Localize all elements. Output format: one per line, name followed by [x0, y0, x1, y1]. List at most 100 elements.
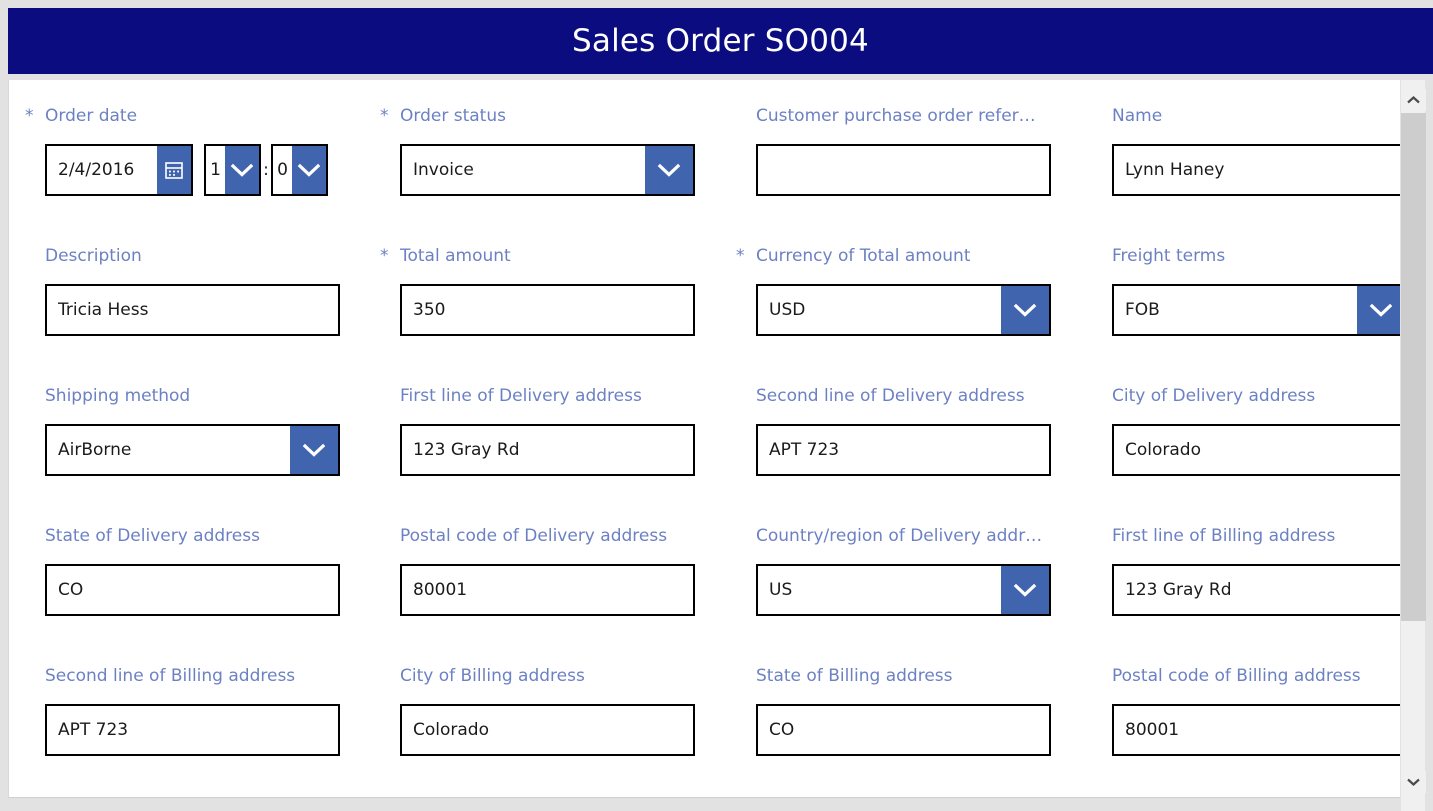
label-text: Order date — [45, 106, 138, 126]
field-second-line-of-billing-address: Second line of Billing address APT 723 — [45, 640, 385, 756]
input-first-line-of-delivery-address[interactable]: 123 Gray Rd — [400, 424, 695, 476]
field-label-order-status: * Order status — [380, 104, 740, 128]
chevron-down-icon — [1013, 583, 1037, 597]
field-state-of-billing-address: State of Billing address CO — [756, 640, 1096, 756]
control-freight-terms: FOB — [1112, 284, 1407, 336]
input-postal-code-of-billing-address[interactable]: 80001 — [1112, 704, 1407, 756]
input-value: CO — [769, 721, 795, 739]
control-name: Lynn Haney — [1112, 144, 1407, 196]
input-customer-purchase-order-refer[interactable] — [756, 144, 1051, 196]
label-text: Country/region of Delivery addr… — [756, 526, 1043, 546]
input-description[interactable]: Tricia Hess — [45, 284, 340, 336]
field-label-first-line-of-delivery-address: First line of Delivery address — [400, 384, 740, 408]
input-value: CO — [58, 581, 84, 599]
label-text: Customer purchase order refer… — [756, 106, 1036, 126]
time-separator: : — [263, 160, 269, 180]
control-total-amount: 350 — [400, 284, 695, 336]
select-freight-terms[interactable]: FOB — [1112, 284, 1407, 336]
field-label-customer-purchase-order-refer: Customer purchase order refer… — [756, 104, 1096, 128]
label-text: Currency of Total amount — [756, 246, 971, 266]
input-value: 80001 — [1125, 721, 1180, 739]
chevron-down-icon — [302, 443, 326, 457]
selected-value: USD — [769, 300, 806, 320]
dropdown-button[interactable] — [1001, 566, 1049, 614]
input-postal-code-of-delivery-address[interactable]: 80001 — [400, 564, 695, 616]
select-order-status[interactable]: Invoice — [400, 144, 695, 196]
field-order-status: * Order status Invoice — [380, 80, 740, 196]
input-value: 350 — [413, 301, 446, 319]
scrollbar-down-button[interactable] — [1401, 771, 1426, 793]
select-shipping-method[interactable]: AirBorne — [45, 424, 340, 476]
scrollbar-up-button[interactable] — [1401, 89, 1426, 111]
dropdown-button[interactable] — [290, 426, 338, 474]
form-row: Shipping method AirBorne First line of D… — [9, 360, 1408, 500]
input-value: APT 723 — [58, 721, 129, 739]
field-customer-purchase-order-refer: Customer purchase order refer… — [756, 80, 1096, 196]
calendar-icon — [165, 162, 183, 179]
chevron-down-icon — [297, 163, 321, 177]
dropdown-button[interactable] — [1357, 286, 1405, 334]
minute-select[interactable]: 0 — [271, 144, 328, 196]
selected-value: FOB — [1125, 300, 1160, 320]
input-city-of-delivery-address[interactable]: Colorado — [1112, 424, 1407, 476]
form-grid: * Order date 2/4/2016 1 : 0 * Order status… — [9, 80, 1408, 778]
input-second-line-of-delivery-address[interactable]: APT 723 — [756, 424, 1051, 476]
field-country-region-of-delivery-addr: Country/region of Delivery addr… US — [756, 500, 1096, 616]
vertical-scrollbar[interactable] — [1400, 80, 1426, 811]
label-text: Total amount — [400, 246, 511, 266]
field-label-currency-of-total-amount: * Currency of Total amount — [736, 244, 1096, 268]
date-input[interactable]: 2/4/2016 — [45, 144, 193, 196]
chevron-down-icon — [1369, 303, 1393, 317]
input-value: 123 Gray Rd — [1125, 581, 1232, 599]
field-total-amount: * Total amount 350 — [380, 220, 740, 336]
control-currency-of-total-amount: USD — [756, 284, 1051, 336]
field-label-second-line-of-delivery-address: Second line of Delivery address — [756, 384, 1096, 408]
control-postal-code-of-delivery-address: 80001 — [400, 564, 695, 616]
input-total-amount[interactable]: 350 — [400, 284, 695, 336]
hour-select[interactable]: 1 — [204, 144, 261, 196]
input-state-of-delivery-address[interactable]: CO — [45, 564, 340, 616]
control-second-line-of-billing-address: APT 723 — [45, 704, 340, 756]
input-name[interactable]: Lynn Haney — [1112, 144, 1407, 196]
sales-order-form-window: Sales Order SO004 * Order date 2/4/2016 1… — [0, 0, 1433, 811]
select-currency-of-total-amount[interactable]: USD — [756, 284, 1051, 336]
label-text: City of Billing address — [400, 666, 585, 686]
minute-dropdown-button[interactable] — [292, 146, 326, 194]
control-first-line-of-delivery-address: 123 Gray Rd — [400, 424, 695, 476]
scrollbar-thumb[interactable] — [1401, 113, 1426, 621]
control-shipping-method: AirBorne — [45, 424, 340, 476]
input-second-line-of-billing-address[interactable]: APT 723 — [45, 704, 340, 756]
field-freight-terms: Freight terms FOB — [1112, 220, 1408, 336]
control-second-line-of-delivery-address: APT 723 — [756, 424, 1051, 476]
hour-dropdown-button[interactable] — [225, 146, 259, 194]
label-text: Second line of Delivery address — [756, 386, 1025, 406]
input-value: 80001 — [413, 581, 468, 599]
required-asterisk: * — [380, 106, 389, 126]
input-value: Colorado — [413, 721, 489, 739]
field-name: Name Lynn Haney — [1112, 80, 1408, 196]
label-text: First line of Delivery address — [400, 386, 642, 406]
control-description: Tricia Hess — [45, 284, 340, 336]
input-value: APT 723 — [769, 441, 840, 459]
label-text: Name — [1112, 106, 1163, 126]
control-order-date: 2/4/2016 1 : 0 — [45, 144, 328, 196]
input-first-line-of-billing-address[interactable]: 123 Gray Rd — [1112, 564, 1407, 616]
label-text: State of Delivery address — [45, 526, 260, 546]
dropdown-button[interactable] — [645, 146, 693, 194]
input-city-of-billing-address[interactable]: Colorado — [400, 704, 695, 756]
field-order-date: * Order date 2/4/2016 1 : 0 — [25, 80, 385, 196]
field-label-second-line-of-billing-address: Second line of Billing address — [45, 664, 385, 688]
field-state-of-delivery-address: State of Delivery address CO — [45, 500, 385, 616]
calendar-picker-button[interactable] — [157, 146, 191, 194]
select-country-region-of-delivery-addr[interactable]: US — [756, 564, 1051, 616]
dropdown-button[interactable] — [1001, 286, 1049, 334]
label-text: City of Delivery address — [1112, 386, 1316, 406]
field-label-freight-terms: Freight terms — [1112, 244, 1408, 268]
form-row: State of Delivery address CO Postal code … — [9, 500, 1408, 640]
input-value: 123 Gray Rd — [413, 441, 520, 459]
field-postal-code-of-delivery-address: Postal code of Delivery address 80001 — [400, 500, 740, 616]
chevron-down-icon — [657, 163, 681, 177]
input-value: Colorado — [1125, 441, 1201, 459]
input-state-of-billing-address[interactable]: CO — [756, 704, 1051, 756]
label-text: Order status — [400, 106, 506, 126]
